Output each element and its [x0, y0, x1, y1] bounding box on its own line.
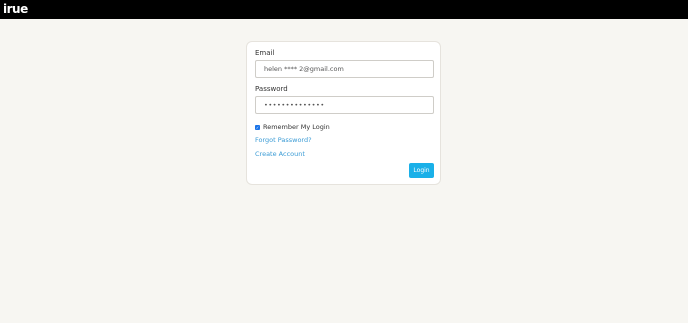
- email-label: Email: [255, 49, 275, 57]
- remember-label[interactable]: Remember My Login: [263, 123, 330, 131]
- email-field[interactable]: [255, 60, 434, 78]
- login-button[interactable]: Login: [409, 163, 434, 178]
- password-label: Password: [255, 85, 288, 93]
- remember-login-row[interactable]: ✓ Remember My Login: [255, 122, 330, 132]
- top-bar: irue: [0, 0, 688, 19]
- brand-logo[interactable]: irue: [3, 2, 28, 17]
- create-account-link[interactable]: Create Account: [255, 150, 305, 158]
- login-card: Email Password ✓ Remember My Login Forgo…: [246, 41, 441, 185]
- forgot-password-link[interactable]: Forgot Password?: [255, 136, 312, 144]
- remember-checkbox[interactable]: ✓: [255, 124, 260, 130]
- password-field[interactable]: [255, 96, 434, 114]
